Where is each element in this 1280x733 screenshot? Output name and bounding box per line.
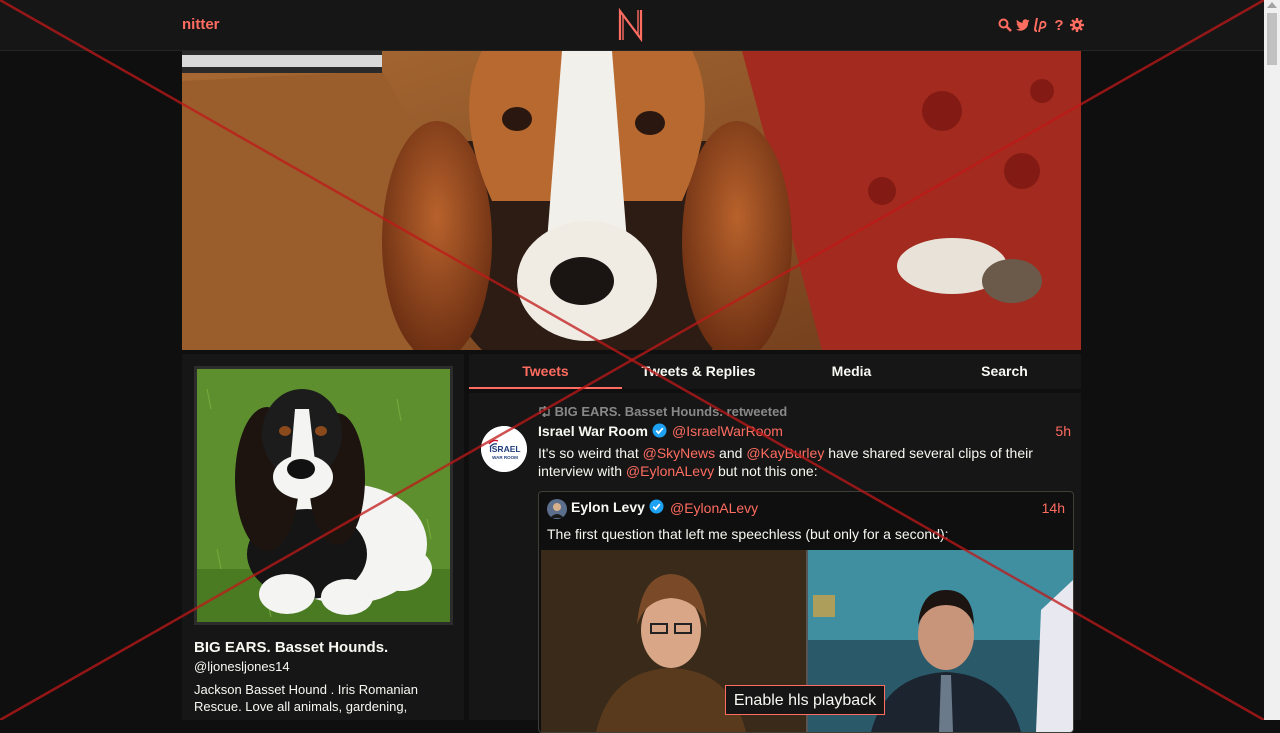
profile-username[interactable]: @ljonesljones14 <box>194 659 290 674</box>
profile-card: BIG EARS. Basset Hounds. @ljonesljones14… <box>182 354 464 720</box>
scroll-thumb[interactable] <box>1267 13 1277 65</box>
help-icon[interactable]: ? <box>1052 16 1066 34</box>
tweet-text: It's so weird that @SkyNews and @KayBurl… <box>538 445 1033 479</box>
tab-tweets-replies[interactable]: Tweets & Replies <box>622 354 775 389</box>
timeline-tabs: Tweets Tweets & Replies Media Search <box>469 354 1081 389</box>
tab-tweets[interactable]: Tweets <box>469 354 622 389</box>
quote-text: The first question that left me speechle… <box>547 526 949 542</box>
liberapay-icon[interactable] <box>1034 16 1048 34</box>
navbar: nitter ? <box>0 0 1264 51</box>
scroll-up-arrow[interactable] <box>1267 2 1277 8</box>
nav-icons: ? <box>998 16 1084 34</box>
tab-media[interactable]: Media <box>775 354 928 389</box>
svg-text:WAR ROOM: WAR ROOM <box>492 455 518 460</box>
nitter-logo[interactable] <box>617 7 645 47</box>
quote-fullname[interactable]: Eylon Levy <box>571 499 664 517</box>
tweet-avatar[interactable]: ISRAEL WAR ROOM <box>481 426 527 472</box>
brand-link[interactable]: nitter <box>182 16 220 33</box>
quote-time[interactable]: 14h <box>1042 500 1065 516</box>
page-scrollbar[interactable] <box>1264 0 1280 720</box>
search-icon[interactable] <box>998 16 1012 34</box>
retweet-header: BIG EARS. Basset Hounds. retweeted <box>538 404 787 419</box>
profile-fullname[interactable]: BIG EARS. Basset Hounds. <box>194 639 388 656</box>
mention-skynews[interactable]: @SkyNews <box>643 445 716 461</box>
profile-banner[interactable] <box>182 51 1081 350</box>
mention-eylonalevy[interactable]: @EylonALevy <box>626 463 714 479</box>
gear-icon[interactable] <box>1070 16 1084 34</box>
quote-avatar[interactable] <box>547 499 567 519</box>
mention-kayburley[interactable]: @KayBurley <box>746 445 824 461</box>
tweet-time[interactable]: 5h <box>1055 423 1071 439</box>
enable-hls-button[interactable]: Enable hls playback <box>725 685 885 715</box>
profile-avatar[interactable] <box>194 366 453 625</box>
quote-username[interactable]: @EylonALevy <box>670 500 758 516</box>
retweet-icon <box>538 404 555 419</box>
profile-bio: Jackson Basset Hound . Iris Romanian Res… <box>194 682 418 714</box>
twitter-icon[interactable] <box>1016 16 1030 34</box>
verified-icon <box>652 423 667 441</box>
verified-icon <box>649 499 664 517</box>
retweet-text: BIG EARS. Basset Hounds. retweeted <box>554 404 788 419</box>
svg-text:ISRAEL: ISRAEL <box>489 444 520 454</box>
tab-search[interactable]: Search <box>928 354 1081 389</box>
timeline: BIG EARS. Basset Hounds. retweeted ISRAE… <box>469 393 1081 733</box>
tweet-fullname[interactable]: Israel War Room <box>538 423 667 441</box>
tweet-username[interactable]: @IsraelWarRoom <box>672 423 783 439</box>
